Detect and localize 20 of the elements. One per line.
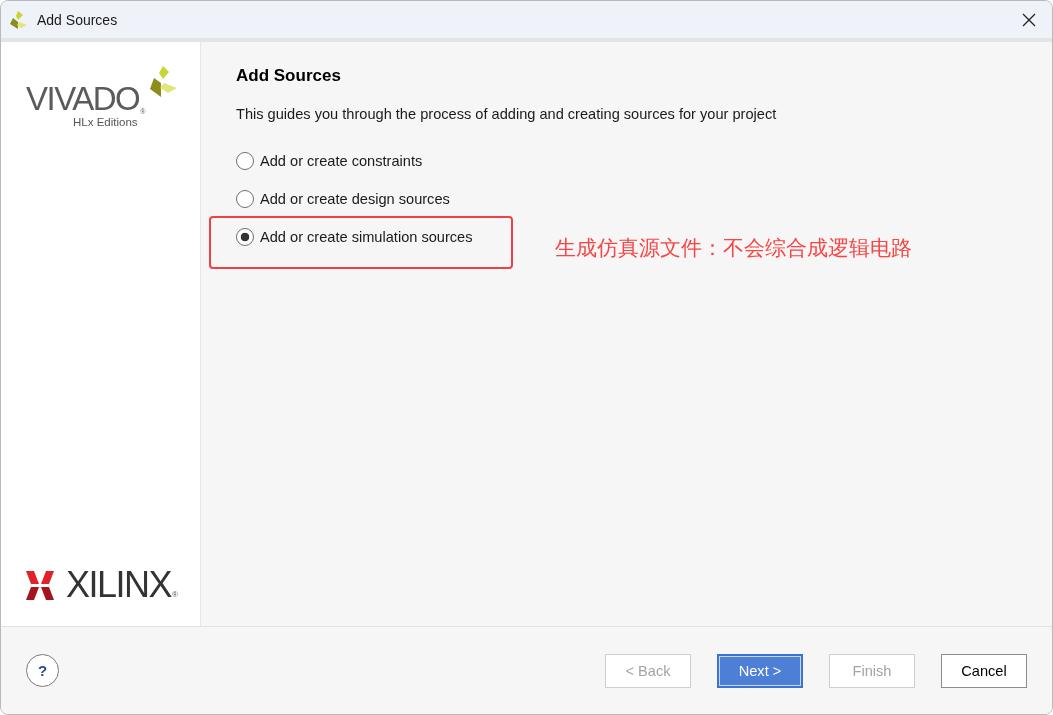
logo-text: XILINX — [66, 567, 172, 603]
window-title: Add Sources — [37, 11, 118, 28]
edition-label: HLx Editions — [73, 116, 138, 129]
radio-option[interactable]: Add or create simulation sources — [236, 227, 473, 247]
radio-button[interactable] — [236, 228, 254, 246]
close-icon — [1022, 12, 1036, 27]
registered-mark: ® — [172, 590, 178, 599]
page-heading: Add Sources — [236, 66, 342, 86]
radio-button[interactable] — [236, 190, 254, 208]
radio-option[interactable]: Add or create constraints — [236, 151, 423, 171]
logo-text: VIVADO — [26, 82, 140, 115]
annotation-text: 生成仿真源文件：不会综合成逻辑电路 — [554, 236, 912, 261]
x-logo-icon — [26, 570, 54, 600]
radio-option[interactable]: Add or create design sources — [236, 189, 450, 209]
help-button[interactable]: ? — [26, 654, 59, 687]
dialog-button[interactable]: Next > — [717, 653, 803, 688]
page-description: This guides you through the process of adding and creating sources for your project — [236, 105, 778, 123]
dialog-button[interactable]: Cancel — [941, 653, 1027, 688]
app-logo-icon — [9, 10, 27, 29]
radio-button[interactable] — [236, 152, 254, 170]
